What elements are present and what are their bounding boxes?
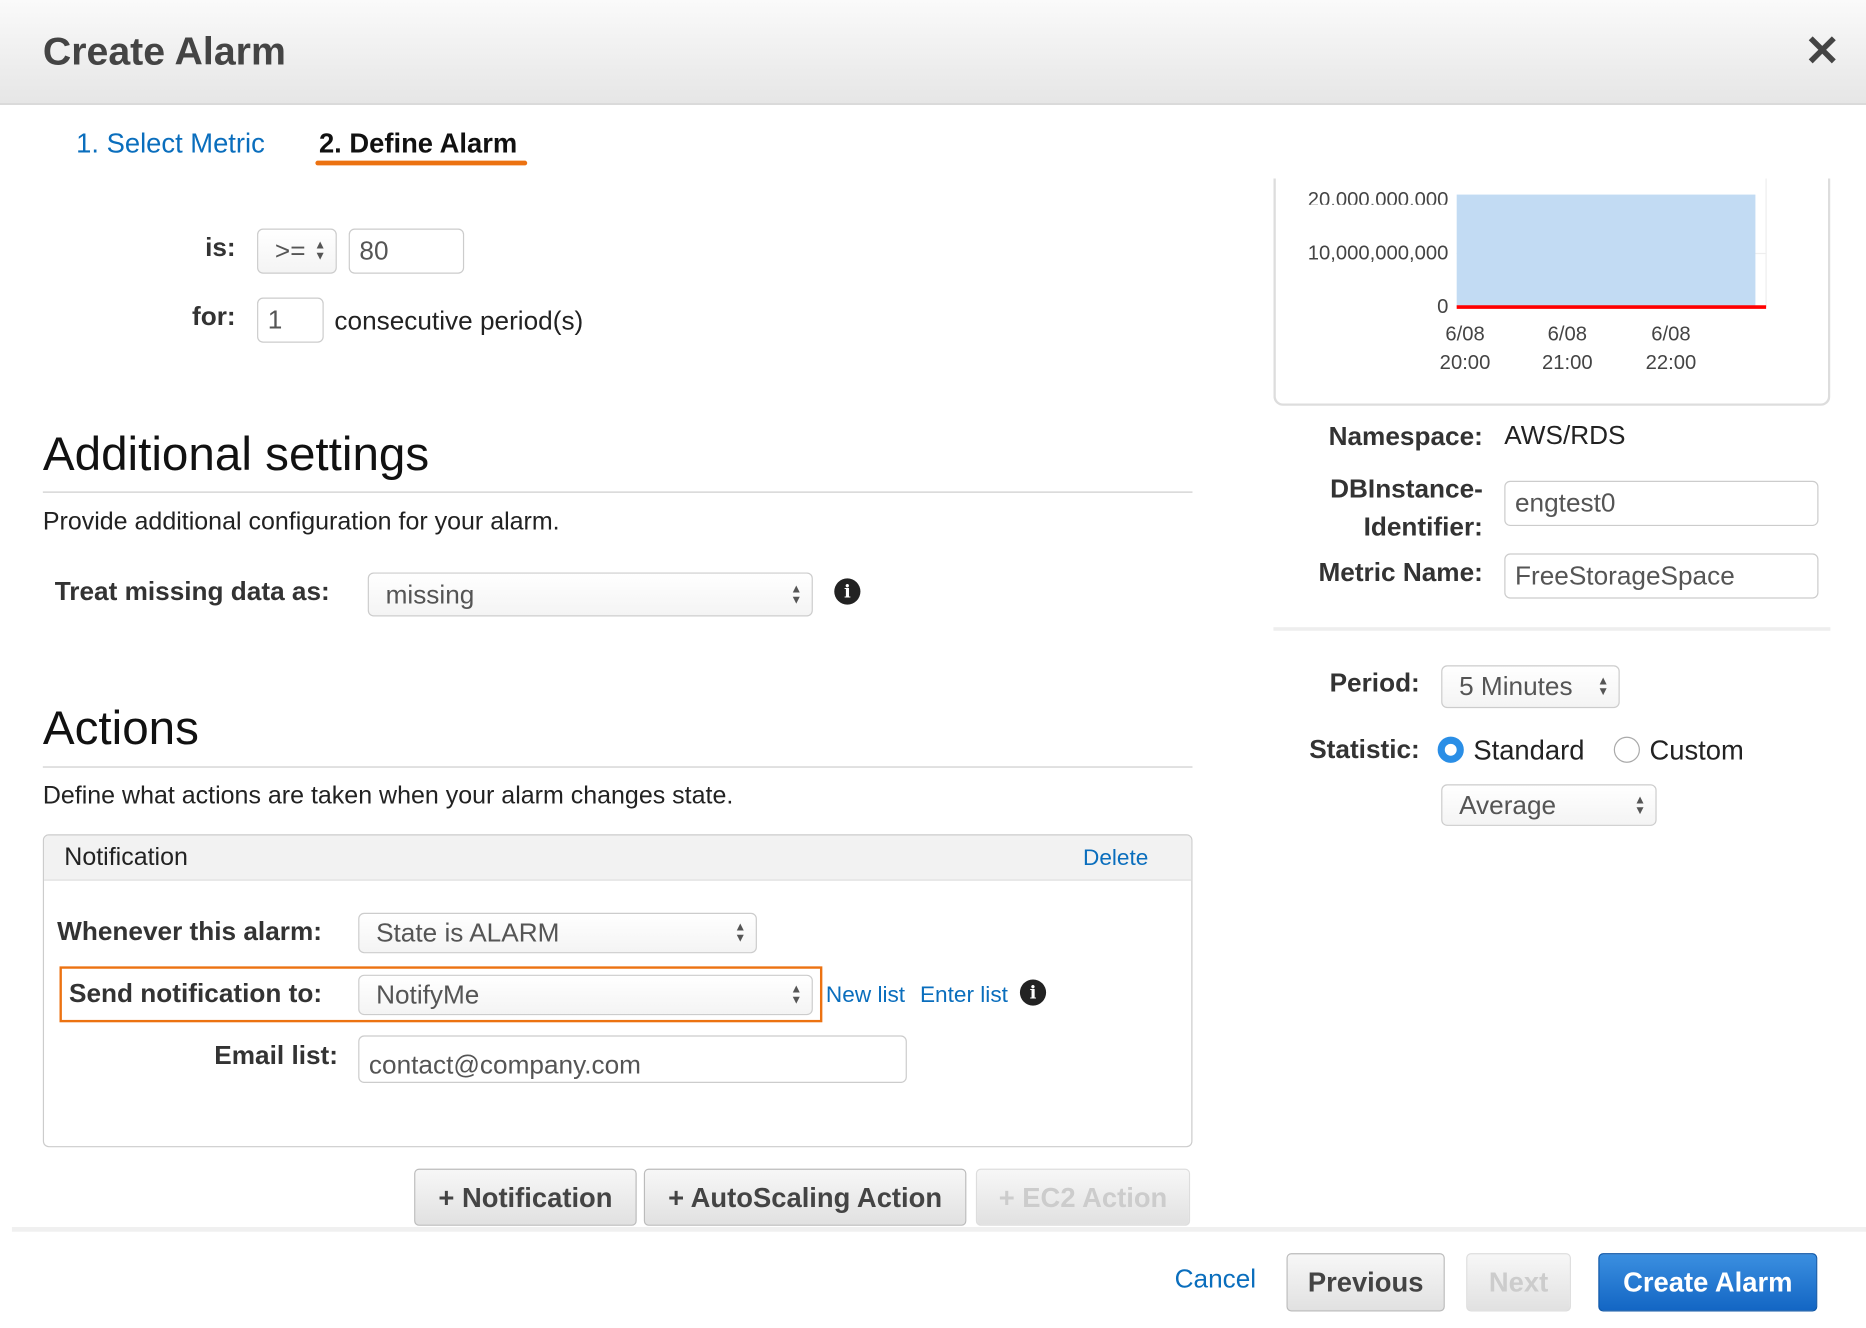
active-tab-underline <box>315 160 528 166</box>
select-arrows-icon: ▲ ▼ <box>1634 793 1646 818</box>
x-tick-label: 6/08 20:00 <box>1439 322 1491 374</box>
select-arrows-icon: ▲ ▼ <box>1597 674 1610 699</box>
close-icon[interactable]: ✕ <box>1804 26 1840 76</box>
additional-description: Provide additional configuration for you… <box>42 508 560 536</box>
period-select[interactable]: 5 Minutes ▲ ▼ <box>1441 665 1620 709</box>
topic-value: NotifyMe <box>376 979 480 1010</box>
area-series <box>1456 194 1756 308</box>
operator-value: >= <box>274 235 306 266</box>
threshold-input[interactable]: 80 <box>348 228 465 274</box>
send-notification-label: Send notification to: <box>69 978 323 1009</box>
tab-define-alarm[interactable]: 2. Define Alarm <box>319 127 517 159</box>
treat-missing-value: missing <box>385 578 475 609</box>
metric-name-label: Metric Name: <box>1318 556 1483 587</box>
dialog-title: Create Alarm <box>42 28 286 73</box>
operator-select[interactable]: >= ▲ ▼ <box>257 228 337 274</box>
dbinstance-input[interactable]: engtest0 <box>1504 480 1819 527</box>
standard-radio[interactable] <box>1437 736 1464 763</box>
alarm-state-value: State is ALARM <box>376 917 560 948</box>
whenever-label: Whenever this alarm: <box>57 916 322 947</box>
treat-missing-select[interactable]: missing ▲ ▼ <box>367 572 813 617</box>
period-label: Period: <box>1329 667 1420 698</box>
delete-link[interactable]: Delete <box>1083 846 1148 872</box>
y-tick-label: 0 <box>1437 295 1449 318</box>
select-arrows-icon: ▲ ▼ <box>790 582 803 607</box>
select-arrows-icon: ▲ ▼ <box>734 921 747 945</box>
divider <box>42 491 1193 493</box>
periods-suffix: consecutive period(s) <box>334 305 584 336</box>
metric-name-input[interactable]: FreeStorageSpace <box>1504 553 1819 599</box>
select-arrows-icon: ▲ ▼ <box>790 983 803 1007</box>
standard-label[interactable]: Standard <box>1473 734 1584 766</box>
actions-description: Define what actions are taken when your … <box>42 781 734 810</box>
topic-select[interactable]: NotifyMe ▲ ▼ <box>358 974 813 1016</box>
cancel-link[interactable]: Cancel <box>1175 1264 1257 1295</box>
y-tick-label: 20,000,000,000 <box>1307 188 1449 205</box>
statistic-select[interactable]: Average ▲ ▼ <box>1441 784 1657 826</box>
is-label: is: <box>205 232 236 262</box>
namespace-label: Namespace: <box>1328 421 1483 452</box>
new-list-link[interactable]: New list <box>826 983 905 1009</box>
y-tick-label: 10,000,000,000 <box>1307 241 1449 265</box>
periods-input[interactable]: 1 <box>257 297 324 343</box>
info-icon[interactable]: i <box>834 578 861 605</box>
create-alarm-button[interactable]: Create Alarm <box>1598 1253 1818 1312</box>
custom-radio[interactable] <box>1613 736 1640 763</box>
email-list-textarea[interactable]: contact@company.com <box>358 1035 907 1083</box>
add-ec2-action-button: + EC2 Action <box>975 1168 1191 1226</box>
period-value: 5 Minutes <box>1459 671 1573 701</box>
namespace-value: AWS/RDS <box>1504 420 1626 450</box>
add-notification-button[interactable]: + Notification <box>414 1168 637 1226</box>
x-tick-label: 6/08 21:00 <box>1542 322 1593 374</box>
email-list-label: Email list: <box>214 1040 338 1070</box>
tab-select-metric[interactable]: 1. Select Metric <box>76 127 265 159</box>
actions-heading: Actions <box>42 702 199 755</box>
alarm-state-select[interactable]: State is ALARM ▲ ▼ <box>358 912 757 954</box>
footer-divider <box>11 1226 1866 1232</box>
divider <box>1273 627 1831 631</box>
previous-button[interactable]: Previous <box>1286 1253 1445 1312</box>
info-icon[interactable]: i <box>1019 979 1047 1006</box>
enter-list-link[interactable]: Enter list <box>920 983 1008 1009</box>
additional-settings-heading: Additional settings <box>42 428 430 481</box>
notification-header: Notification <box>64 843 188 872</box>
for-label: for: <box>192 301 236 331</box>
dbinstance-label: DBInstance- Identifier: <box>1330 473 1483 542</box>
custom-label[interactable]: Custom <box>1649 734 1743 766</box>
statistic-label: Statistic: <box>1309 734 1420 765</box>
next-button: Next <box>1466 1253 1571 1312</box>
divider <box>42 766 1193 768</box>
add-autoscaling-button[interactable]: + AutoScaling Action <box>643 1168 967 1226</box>
x-tick-label: 6/08 22:00 <box>1645 322 1697 374</box>
statistic-value: Average <box>1459 789 1557 820</box>
treat-missing-label: Treat missing data as: <box>54 576 330 606</box>
select-arrows-icon: ▲ ▼ <box>314 239 327 264</box>
